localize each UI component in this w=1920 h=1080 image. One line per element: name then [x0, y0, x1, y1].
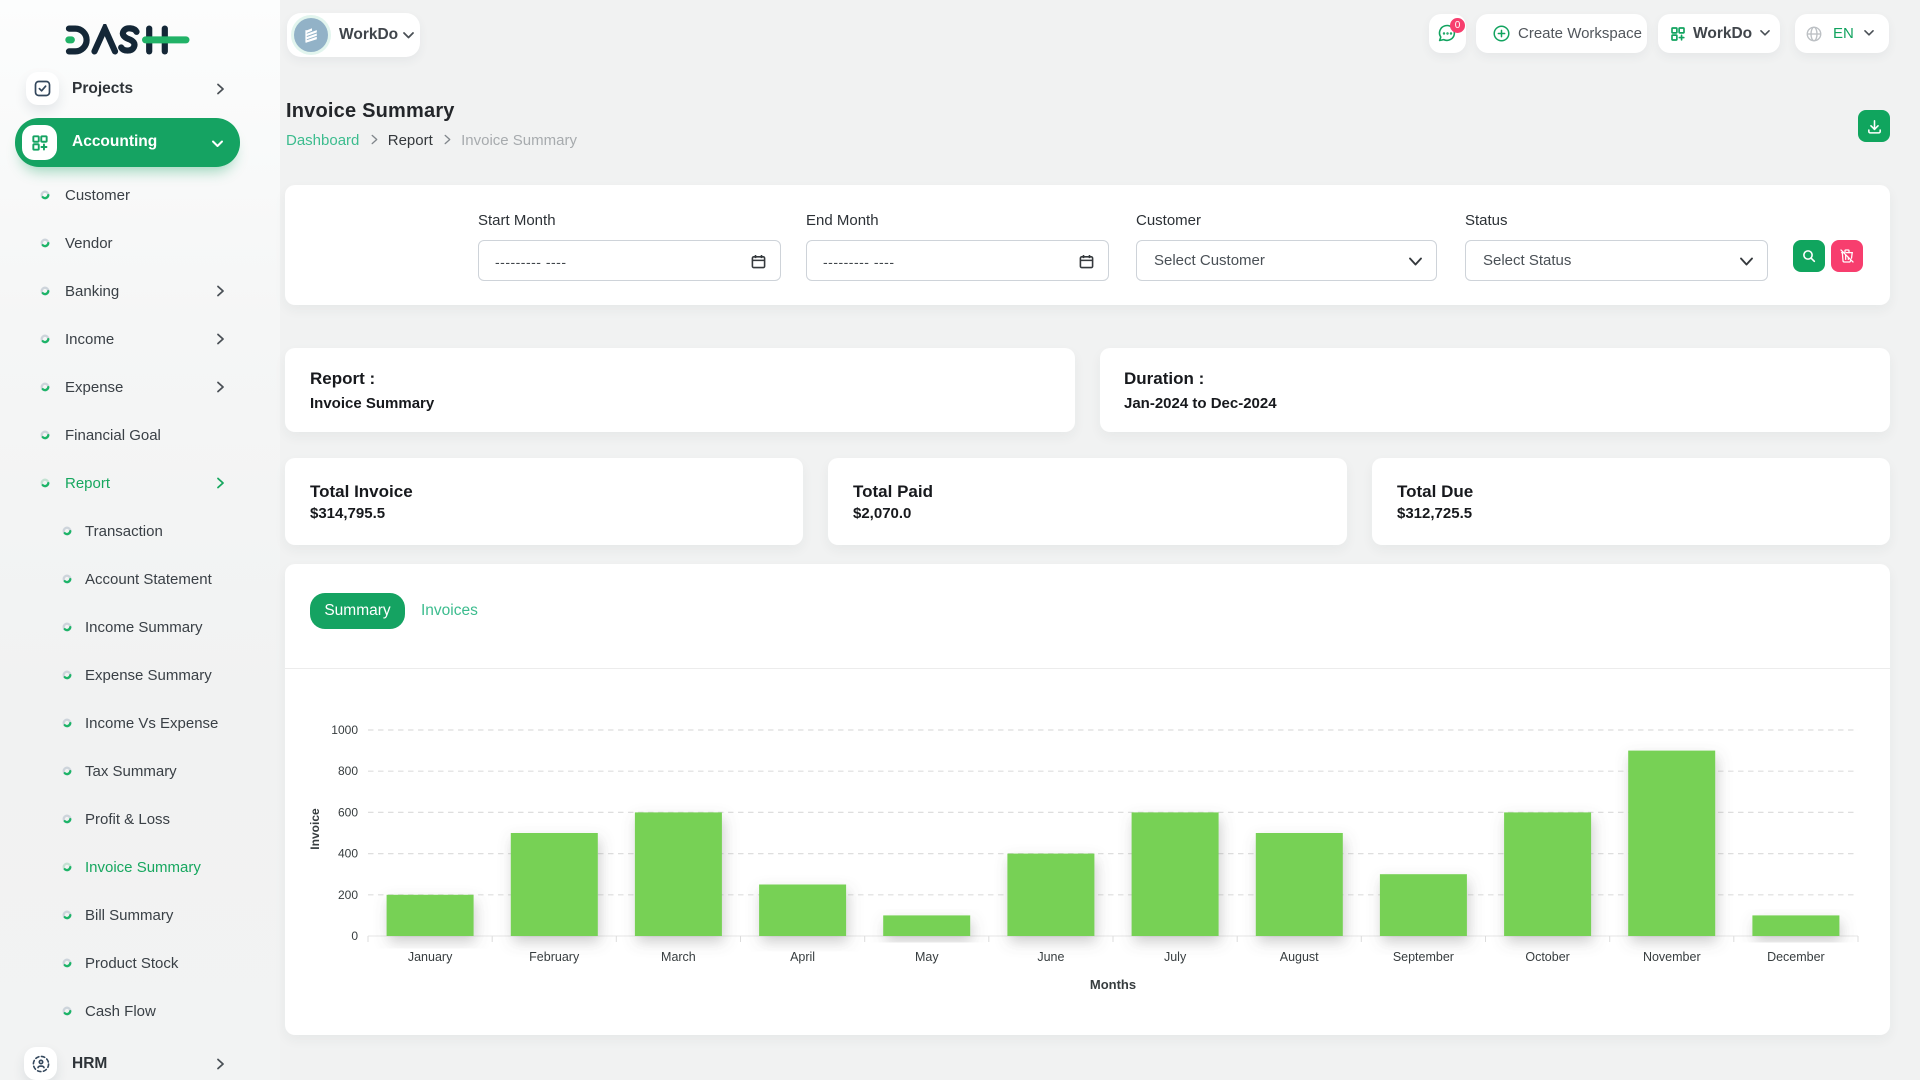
svg-text:June: June [1037, 950, 1064, 964]
svg-text:November: November [1643, 950, 1701, 964]
svg-text:0: 0 [351, 929, 358, 943]
svg-text:May: May [915, 950, 939, 964]
svg-text:December: December [1767, 950, 1825, 964]
svg-text:August: August [1280, 950, 1319, 964]
svg-text:February: February [529, 950, 580, 964]
svg-text:March: March [661, 950, 696, 964]
svg-text:400: 400 [338, 847, 358, 861]
svg-text:Months: Months [1090, 977, 1136, 992]
svg-text:600: 600 [338, 805, 358, 819]
svg-text:Invoice: Invoice [308, 808, 322, 850]
svg-text:April: April [790, 950, 815, 964]
svg-text:200: 200 [338, 888, 358, 902]
svg-text:September: September [1393, 950, 1454, 964]
svg-text:800: 800 [338, 764, 358, 778]
svg-text:1000: 1000 [331, 723, 358, 737]
svg-text:July: July [1164, 950, 1187, 964]
svg-text:October: October [1525, 950, 1569, 964]
svg-text:January: January [408, 950, 453, 964]
